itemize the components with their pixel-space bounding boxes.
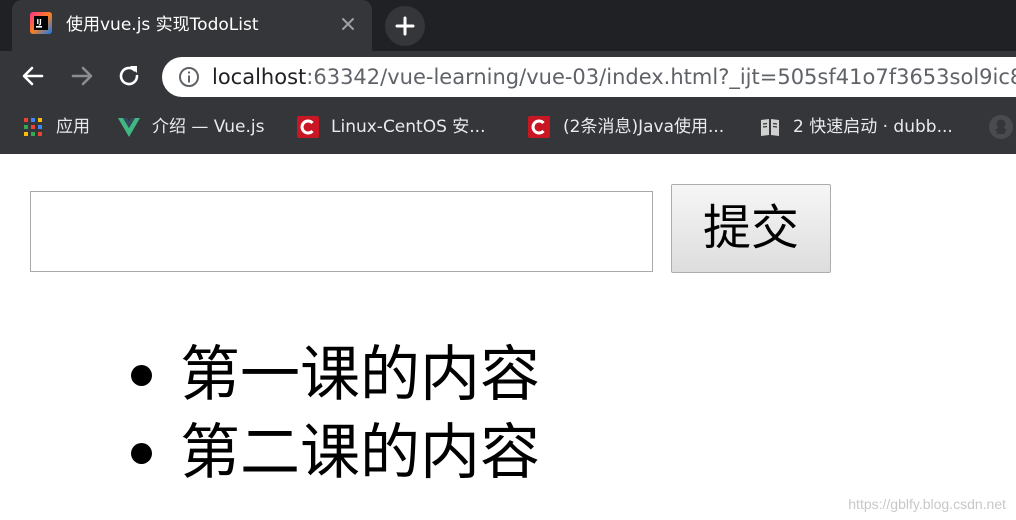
list-item: 第二课的内容	[0, 414, 600, 492]
jetbrains-icon: IJ	[30, 12, 52, 34]
info-icon[interactable]	[178, 66, 200, 88]
bookmark-label: (2条消息)Java使用...	[563, 117, 725, 137]
bullet-dot	[131, 443, 152, 464]
bookmark-label: 2 快速启动 · dubb...	[793, 117, 953, 137]
bookmark-label: Linux-CentOS 安...	[331, 117, 486, 137]
close-icon[interactable]	[338, 14, 358, 34]
todo-list: 第一课的内容 第二课的内容	[0, 336, 600, 492]
tab-title: 使用vue.js 实现TodoList	[66, 15, 259, 35]
todo-item-text: 第二课的内容	[180, 418, 540, 488]
svg-text:IJ: IJ	[37, 18, 42, 26]
todo-item-text: 第一课的内容	[180, 340, 540, 410]
github-icon[interactable]	[988, 114, 1014, 140]
bookmark-label: 介绍 — Vue.js	[152, 117, 265, 137]
reload-icon[interactable]	[116, 63, 142, 89]
submit-button[interactable]: 提交	[671, 184, 831, 273]
tab-strip: IJ 使用vue.js 实现TodoList	[0, 0, 1016, 51]
url-path: :63342/vue-learning/vue-03/index.html?_i…	[306, 65, 1016, 89]
url-host: localhost	[212, 65, 307, 89]
plus-icon	[395, 16, 415, 36]
list-item: 第一课的内容	[0, 336, 600, 414]
bookmark-label: 应用	[56, 117, 90, 137]
new-tab-button[interactable]	[385, 6, 425, 46]
watermark: https://gblfy.blog.csdn.net	[848, 496, 1006, 512]
bullet-dot	[131, 365, 152, 386]
url-text: localhost:63342/vue-learning/vue-03/inde…	[212, 65, 1016, 89]
browser-toolbar: localhost:63342/vue-learning/vue-03/inde…	[0, 51, 1016, 99]
todo-input[interactable]	[30, 191, 653, 272]
browser-tab[interactable]: IJ 使用vue.js 实现TodoList	[12, 0, 372, 51]
arrow-right-icon[interactable]	[69, 63, 95, 89]
arrow-left-icon[interactable]	[20, 63, 46, 89]
address-bar[interactable]: localhost:63342/vue-learning/vue-03/inde…	[162, 57, 1016, 97]
csdn-c-icon	[297, 116, 319, 138]
bookmarks-bar: 应用 介绍 — Vue.js Linux-CentOS 安... (2条消息)J…	[0, 99, 1016, 154]
vue-logo-icon	[118, 118, 140, 137]
book-icon	[761, 119, 779, 136]
csdn-c-icon	[528, 116, 550, 138]
apps-grid-icon	[24, 118, 42, 136]
